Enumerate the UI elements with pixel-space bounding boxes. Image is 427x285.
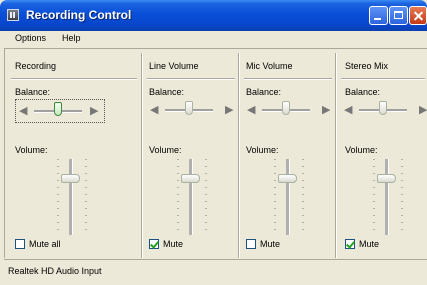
volume-label: Volume: <box>15 145 48 155</box>
volume-ticks <box>274 159 276 235</box>
balance-label: Balance: <box>15 87 51 97</box>
volume-label: Volume: <box>149 145 182 155</box>
mute-checkbox[interactable] <box>246 239 256 249</box>
mute-all-checkbox[interactable] <box>15 239 25 249</box>
divider <box>244 78 332 80</box>
mixer-panel: Recording Balance: ◀ ▶ Volume: Mute all … <box>4 48 427 258</box>
mute-all-label[interactable]: Mute all <box>29 239 61 249</box>
balance-label: Balance: <box>345 87 381 97</box>
mixer-column-recording: Recording Balance: ◀ ▶ Volume: Mute all <box>5 49 143 259</box>
speaker-left-icon: ◀ <box>247 104 256 116</box>
divider <box>341 78 425 80</box>
volume-track <box>385 159 389 235</box>
mute-checkbox[interactable] <box>149 239 159 249</box>
column-title: Line Volume <box>149 61 199 71</box>
volume-ticks <box>401 159 403 235</box>
speaker-left-icon: ◀ <box>150 104 159 116</box>
speaker-left-icon: ◀ <box>344 104 353 116</box>
volume-slider-thumb[interactable] <box>278 174 297 183</box>
balance-slider[interactable]: ◀ ▶ <box>244 99 334 123</box>
mute-checkbox[interactable] <box>345 239 355 249</box>
volume-ticks <box>373 159 375 235</box>
minimize-button[interactable] <box>369 6 388 25</box>
speaker-right-icon: ▶ <box>322 104 331 116</box>
column-title: Stereo Mix <box>345 61 389 71</box>
balance-slider[interactable]: ◀ ▶ <box>147 99 237 123</box>
volume-track <box>286 159 290 235</box>
volume-slider-thumb[interactable] <box>377 174 396 183</box>
balance-label: Balance: <box>246 87 282 97</box>
volume-ticks <box>85 159 87 235</box>
window-title: Recording Control <box>26 8 132 22</box>
volume-track <box>69 159 73 235</box>
mute-label[interactable]: Mute <box>260 239 280 249</box>
speaker-right-icon: ▶ <box>90 105 99 117</box>
volume-ticks <box>57 159 59 235</box>
volume-label: Volume: <box>246 145 279 155</box>
mute-label[interactable]: Mute <box>359 239 379 249</box>
mixer-column-mic-volume: Mic Volume Balance: ◀ ▶ Volume: Mute <box>240 49 337 259</box>
status-text: Realtek HD Audio Input <box>8 266 102 276</box>
volume-label: Volume: <box>345 145 378 155</box>
balance-thumb[interactable] <box>54 102 62 116</box>
menu-bar: Options Help <box>0 31 427 45</box>
balance-slider[interactable]: ◀ ▶ <box>341 99 427 123</box>
divider <box>11 78 137 80</box>
balance-thumb[interactable] <box>282 101 290 115</box>
column-title: Recording <box>15 61 57 71</box>
divider <box>147 78 235 80</box>
volume-ticks <box>177 159 179 235</box>
volume-slider-thumb[interactable] <box>61 174 80 183</box>
menu-help[interactable]: Help <box>62 33 81 43</box>
speaker-app-icon[interactable] <box>7 9 19 21</box>
balance-thumb[interactable] <box>379 101 387 115</box>
close-button[interactable] <box>409 6 427 25</box>
volume-ticks <box>205 159 207 235</box>
balance-slider[interactable]: ◀ ▶ <box>15 99 105 123</box>
title-bar[interactable]: Recording Control <box>0 0 427 31</box>
mixer-column-line-volume: Line Volume Balance: ◀ ▶ Volume: Mute <box>143 49 240 259</box>
recording-control-window: Recording Control Options Help Recording… <box>0 0 427 285</box>
mute-label[interactable]: Mute <box>163 239 183 249</box>
volume-track <box>189 159 193 235</box>
volume-ticks <box>302 159 304 235</box>
balance-thumb[interactable] <box>185 101 193 115</box>
volume-slider-thumb[interactable] <box>181 174 200 183</box>
speaker-left-icon: ◀ <box>19 105 28 117</box>
balance-label: Balance: <box>149 87 185 97</box>
column-title: Mic Volume <box>246 61 293 71</box>
menu-options[interactable]: Options <box>15 33 46 43</box>
status-bar: Realtek HD Audio Input <box>4 259 427 285</box>
mixer-column-stereo-mix: Stereo Mix Balance: ◀ ▶ Volume: Mute <box>337 49 427 259</box>
maximize-button[interactable] <box>389 6 408 25</box>
speaker-right-icon: ▶ <box>419 104 427 116</box>
speaker-right-icon: ▶ <box>225 104 234 116</box>
